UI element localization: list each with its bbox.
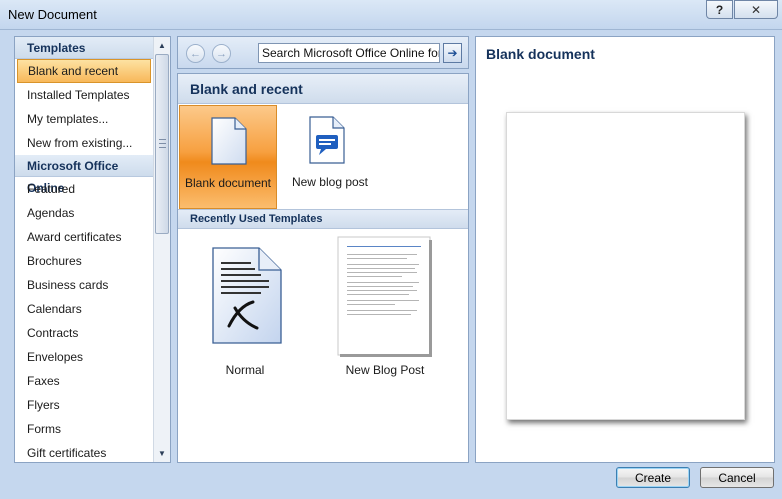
sidebar-item-faxes[interactable]: Faxes — [15, 369, 153, 393]
blog-post-icon — [309, 116, 345, 164]
recent-template-normal[interactable]: Normal — [181, 234, 309, 384]
preview-title: Blank document — [486, 46, 595, 62]
new-blog-post-tile[interactable]: New blog post — [281, 105, 379, 209]
cancel-button[interactable]: Cancel — [700, 467, 774, 488]
category-scrollbar[interactable]: ▲ ▼ — [153, 37, 170, 462]
sidebar-item-gift-certificates[interactable]: Gift certificates — [15, 441, 153, 462]
sidebar-item-calendars[interactable]: Calendars — [15, 297, 153, 321]
recent-template-new-blog-post[interactable]: New Blog Post — [321, 234, 449, 384]
template-categories-pane: Templates Blank and recent Installed Tem… — [14, 36, 171, 463]
title-bar: New Document ? ✕ — [0, 0, 782, 30]
close-button[interactable]: ✕ — [734, 0, 778, 19]
create-button[interactable]: Create — [616, 467, 690, 488]
tile-label: Blank document — [184, 176, 272, 190]
sidebar-item-business-cards[interactable]: Business cards — [15, 273, 153, 297]
normal-template-icon — [212, 247, 282, 344]
tile-label: New Blog Post — [345, 363, 425, 377]
navigation-bar: ← → ➔ — [177, 36, 469, 69]
sidebar-item-featured[interactable]: Featured — [15, 177, 153, 201]
office-online-header: Microsoft Office Online — [15, 155, 153, 195]
grip-icon — [159, 139, 166, 148]
sidebar-item-flyers[interactable]: Flyers — [15, 393, 153, 417]
sidebar-item-agendas[interactable]: Agendas — [15, 201, 153, 225]
sidebar-item-new-from-existing[interactable]: New from existing... — [15, 131, 153, 155]
search-go-button[interactable]: ➔ — [443, 43, 462, 63]
scroll-up-arrow-icon[interactable]: ▲ — [154, 37, 170, 54]
sidebar-item-award-certificates[interactable]: Award certificates — [15, 225, 153, 249]
preview-pane: Blank document — [475, 36, 775, 463]
scroll-down-arrow-icon[interactable]: ▼ — [154, 445, 170, 462]
tile-label: New blog post — [291, 175, 369, 189]
help-button[interactable]: ? — [706, 0, 733, 19]
category-list: Templates Blank and recent Installed Tem… — [15, 37, 153, 462]
back-button[interactable]: ← — [186, 44, 205, 63]
arrow-right-icon: → — [216, 47, 227, 60]
sidebar-item-installed-templates[interactable]: Installed Templates — [15, 83, 153, 107]
window-title: New Document — [8, 7, 97, 22]
tile-label: Normal — [225, 363, 265, 377]
sidebar-item-forms[interactable]: Forms — [15, 417, 153, 441]
blank-document-tile[interactable]: Blank document — [179, 105, 277, 209]
scrollbar-thumb[interactable] — [155, 54, 169, 234]
arrow-left-icon: ← — [190, 47, 201, 60]
help-icon: ? — [715, 2, 724, 17]
blank-document-icon — [211, 117, 247, 165]
templates-header: Templates — [15, 37, 153, 59]
sidebar-item-contracts[interactable]: Contracts — [15, 321, 153, 345]
forward-button[interactable]: → — [212, 44, 231, 63]
sidebar-item-brochures[interactable]: Brochures — [15, 249, 153, 273]
close-icon: ✕ — [750, 2, 762, 17]
blog-template-thumbnail-icon — [337, 236, 432, 357]
go-arrow-icon: ➔ — [447, 46, 458, 60]
recently-used-header: Recently Used Templates — [178, 209, 468, 229]
search-input[interactable] — [258, 43, 440, 63]
sidebar-item-my-templates[interactable]: My templates... — [15, 107, 153, 131]
sidebar-item-blank-and-recent[interactable]: Blank and recent — [17, 59, 151, 83]
document-preview — [506, 112, 745, 420]
sidebar-item-envelopes[interactable]: Envelopes — [15, 345, 153, 369]
section-title: Blank and recent — [178, 74, 468, 104]
templates-gallery: Blank and recent Blank document New blog… — [177, 73, 469, 463]
